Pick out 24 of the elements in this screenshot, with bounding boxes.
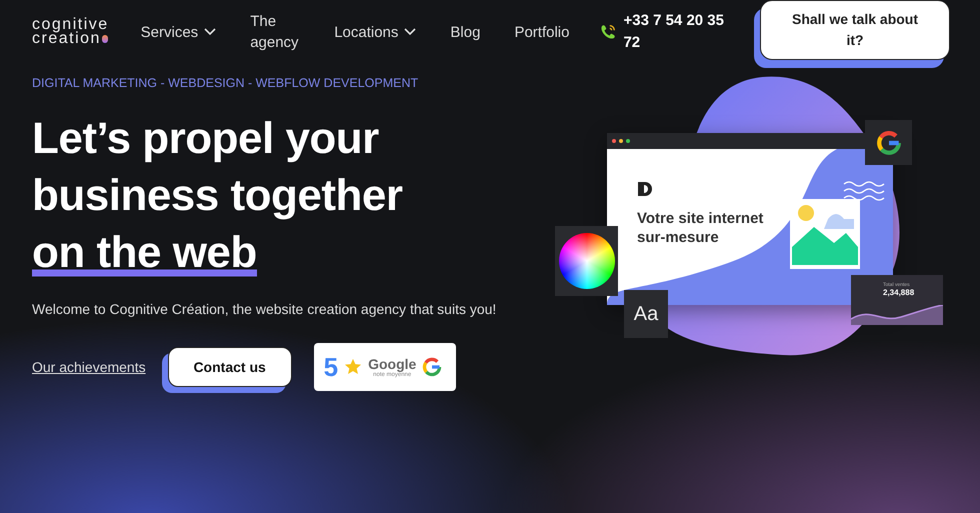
phone-icon bbox=[599, 23, 618, 41]
hero-subtitle: Welcome to Cognitive Création, the website creation agency that suits you! bbox=[32, 301, 498, 317]
google-g-icon bbox=[876, 130, 902, 156]
nav-link[interactable]: Locations bbox=[334, 22, 416, 42]
site-headline: Votre site internet sur-mesure bbox=[637, 209, 764, 247]
eyebrow-text: DIGITAL MARKETING - WEBDESIGN - WEBFLOW DEVELOPMENT bbox=[32, 76, 420, 90]
waves-icon bbox=[843, 181, 885, 201]
phone-link[interactable]: +33 7 54 20 35 72 bbox=[623, 10, 736, 54]
landscape-picture-icon bbox=[790, 199, 860, 269]
stat-value: 2,34,888 bbox=[883, 288, 916, 297]
achievements-link[interactable]: Our achievements bbox=[32, 359, 146, 375]
rating-brand: Google bbox=[368, 356, 416, 372]
star-icon bbox=[344, 358, 362, 376]
nav-link[interactable]: Services bbox=[140, 22, 216, 42]
hero-title-line: business together bbox=[32, 170, 402, 222]
font-sample: Aa bbox=[634, 302, 658, 326]
nav-link[interactable]: The agency bbox=[250, 11, 300, 53]
site-logo-icon bbox=[637, 181, 653, 197]
hero-title-line: Let’s propel your bbox=[32, 113, 379, 165]
nav-link[interactable]: Blog bbox=[450, 22, 480, 42]
rating-score: 5 bbox=[324, 352, 338, 382]
google-g-icon bbox=[422, 357, 442, 377]
nav-link[interactable]: Portfolio bbox=[514, 22, 570, 42]
logo[interactable]: cognitive creation bbox=[32, 18, 109, 46]
